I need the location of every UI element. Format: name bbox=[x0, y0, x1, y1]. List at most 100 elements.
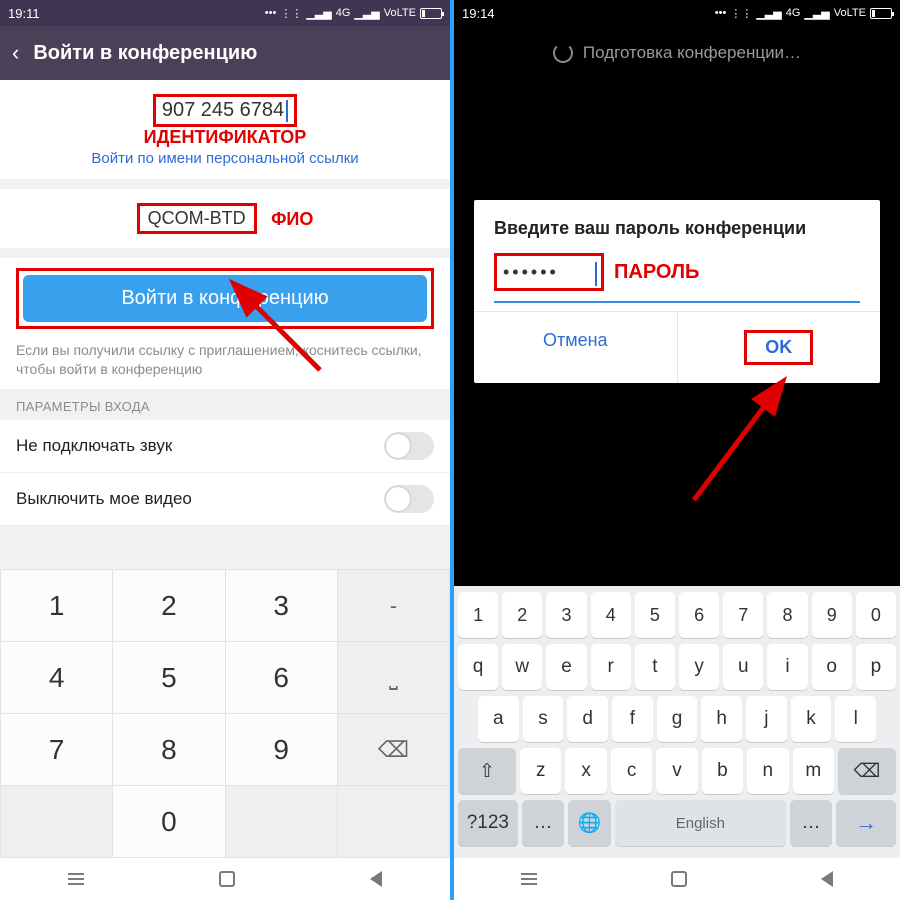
key-2[interactable]: 2 bbox=[113, 570, 225, 642]
key-dash[interactable]: - bbox=[337, 570, 449, 642]
cancel-button[interactable]: Отмена bbox=[474, 312, 678, 383]
toggle-no-audio[interactable] bbox=[384, 432, 434, 460]
key-i[interactable]: i bbox=[767, 644, 807, 690]
option-no-audio-row[interactable]: Не подключать звук bbox=[0, 420, 450, 473]
key-space[interactable]: English bbox=[615, 800, 786, 846]
ok-button-wrap[interactable]: OK bbox=[678, 312, 881, 383]
signal2-icon: ▁▃▅ bbox=[354, 7, 379, 20]
key-1[interactable]: 1 bbox=[1, 570, 113, 642]
nav-recents-icon[interactable] bbox=[521, 873, 537, 885]
nav-recents-icon[interactable] bbox=[68, 873, 84, 885]
meeting-id-section: 907 245 6784 ИДЕНТИФИКАТОР Войти по имен… bbox=[0, 80, 450, 179]
option-no-audio-label: Не подключать звук bbox=[16, 436, 172, 456]
key-6[interactable]: 6 bbox=[225, 642, 337, 714]
key-2[interactable]: 2 bbox=[502, 592, 542, 638]
meeting-id-input[interactable]: 907 245 6784 bbox=[153, 94, 297, 127]
key-4[interactable]: 4 bbox=[591, 592, 631, 638]
key-p[interactable]: p bbox=[856, 644, 896, 690]
annotation-arrow-ok bbox=[674, 380, 814, 525]
password-value: •••••• bbox=[503, 262, 559, 283]
key-q[interactable]: q bbox=[458, 644, 498, 690]
key-backspace[interactable]: ⌫ bbox=[337, 714, 449, 786]
network-label-r: 4G bbox=[786, 7, 801, 19]
nav-home-icon[interactable] bbox=[671, 871, 687, 887]
key-h[interactable]: h bbox=[701, 696, 742, 742]
input-underline bbox=[494, 301, 860, 303]
key-j[interactable]: j bbox=[746, 696, 787, 742]
key-m[interactable]: m bbox=[793, 748, 834, 794]
key-8[interactable]: 8 bbox=[113, 714, 225, 786]
key-symbols[interactable]: ?123 bbox=[458, 800, 518, 846]
key-7[interactable]: 7 bbox=[723, 592, 763, 638]
join-button[interactable]: Войти в конференцию bbox=[23, 275, 427, 322]
key-s[interactable]: s bbox=[523, 696, 564, 742]
key-t[interactable]: t bbox=[635, 644, 675, 690]
key-shift[interactable]: ⇧ bbox=[458, 748, 516, 794]
loading-text: Подготовка конференции… bbox=[583, 43, 801, 63]
display-name-input[interactable]: QCOM-BTD bbox=[137, 203, 257, 234]
key-1[interactable]: 1 bbox=[458, 592, 498, 638]
key-9[interactable]: 9 bbox=[812, 592, 852, 638]
key-9[interactable]: 9 bbox=[225, 714, 337, 786]
spinner-icon bbox=[553, 43, 573, 63]
ok-button[interactable]: OK bbox=[744, 330, 813, 365]
loading-header: Подготовка конференции… bbox=[454, 26, 900, 80]
key-backspace[interactable]: ⌫ bbox=[838, 748, 896, 794]
key-c[interactable]: c bbox=[611, 748, 652, 794]
key-g[interactable]: g bbox=[657, 696, 698, 742]
password-input[interactable]: •••••• bbox=[494, 253, 604, 291]
wifi-icon: ⋮⋮ bbox=[730, 7, 752, 20]
key-a[interactable]: a bbox=[478, 696, 519, 742]
key-k[interactable]: k bbox=[791, 696, 832, 742]
key-d[interactable]: d bbox=[567, 696, 608, 742]
key-space[interactable]: ⎵ bbox=[337, 642, 449, 714]
key-5[interactable]: 5 bbox=[635, 592, 675, 638]
key-w[interactable]: w bbox=[502, 644, 542, 690]
wifi-icon: ⋮⋮ bbox=[280, 7, 302, 20]
password-dialog: Введите ваш пароль конференции •••••• ПА… bbox=[474, 200, 880, 383]
key-x[interactable]: x bbox=[565, 748, 606, 794]
toggle-no-video[interactable] bbox=[384, 485, 434, 513]
nav-back-icon[interactable] bbox=[821, 871, 833, 887]
option-no-video-row[interactable]: Выключить мое видео bbox=[0, 473, 450, 526]
back-icon[interactable]: ‹ bbox=[12, 40, 19, 66]
nav-home-icon[interactable] bbox=[219, 871, 235, 887]
key-y[interactable]: y bbox=[679, 644, 719, 690]
dots-icon: ••• bbox=[265, 7, 277, 19]
key-globe[interactable]: 🌐 bbox=[568, 800, 611, 846]
key-8[interactable]: 8 bbox=[767, 592, 807, 638]
key-v[interactable]: v bbox=[656, 748, 697, 794]
key-z[interactable]: z bbox=[520, 748, 561, 794]
key-7[interactable]: 7 bbox=[1, 714, 113, 786]
key-0[interactable]: 0 bbox=[113, 786, 225, 858]
network-label: 4G bbox=[336, 7, 351, 19]
key-e[interactable]: e bbox=[546, 644, 586, 690]
key-l[interactable]: l bbox=[835, 696, 876, 742]
key-5[interactable]: 5 bbox=[113, 642, 225, 714]
key-3[interactable]: 3 bbox=[546, 592, 586, 638]
status-time: 19:11 bbox=[8, 6, 40, 21]
key-0[interactable]: 0 bbox=[856, 592, 896, 638]
android-navbar-r bbox=[454, 858, 900, 900]
key-r[interactable]: r bbox=[591, 644, 631, 690]
key-u[interactable]: u bbox=[723, 644, 763, 690]
signal-icon: ▁▃▅ bbox=[306, 7, 331, 20]
battery-icon bbox=[870, 8, 892, 19]
key-6[interactable]: 6 bbox=[679, 592, 719, 638]
key-b[interactable]: b bbox=[702, 748, 743, 794]
params-header: ПАРАМЕТРЫ ВХОДА bbox=[0, 389, 450, 420]
nav-back-icon[interactable] bbox=[370, 871, 382, 887]
signal-icon: ▁▃▅ bbox=[756, 7, 781, 20]
android-navbar bbox=[0, 858, 450, 900]
key-4[interactable]: 4 bbox=[1, 642, 113, 714]
key-enter[interactable]: → bbox=[836, 800, 896, 846]
option-no-video-label: Выключить мое видео bbox=[16, 489, 192, 509]
key-more[interactable]: … bbox=[522, 800, 565, 846]
key-f[interactable]: f bbox=[612, 696, 653, 742]
key-o[interactable]: o bbox=[812, 644, 852, 690]
app-header: ‹ Войти в конференцию bbox=[0, 26, 450, 80]
key-n[interactable]: n bbox=[747, 748, 788, 794]
key-more2[interactable]: … bbox=[790, 800, 833, 846]
key-3[interactable]: 3 bbox=[225, 570, 337, 642]
personal-link[interactable]: Войти по имени персональной ссылки bbox=[0, 148, 450, 175]
